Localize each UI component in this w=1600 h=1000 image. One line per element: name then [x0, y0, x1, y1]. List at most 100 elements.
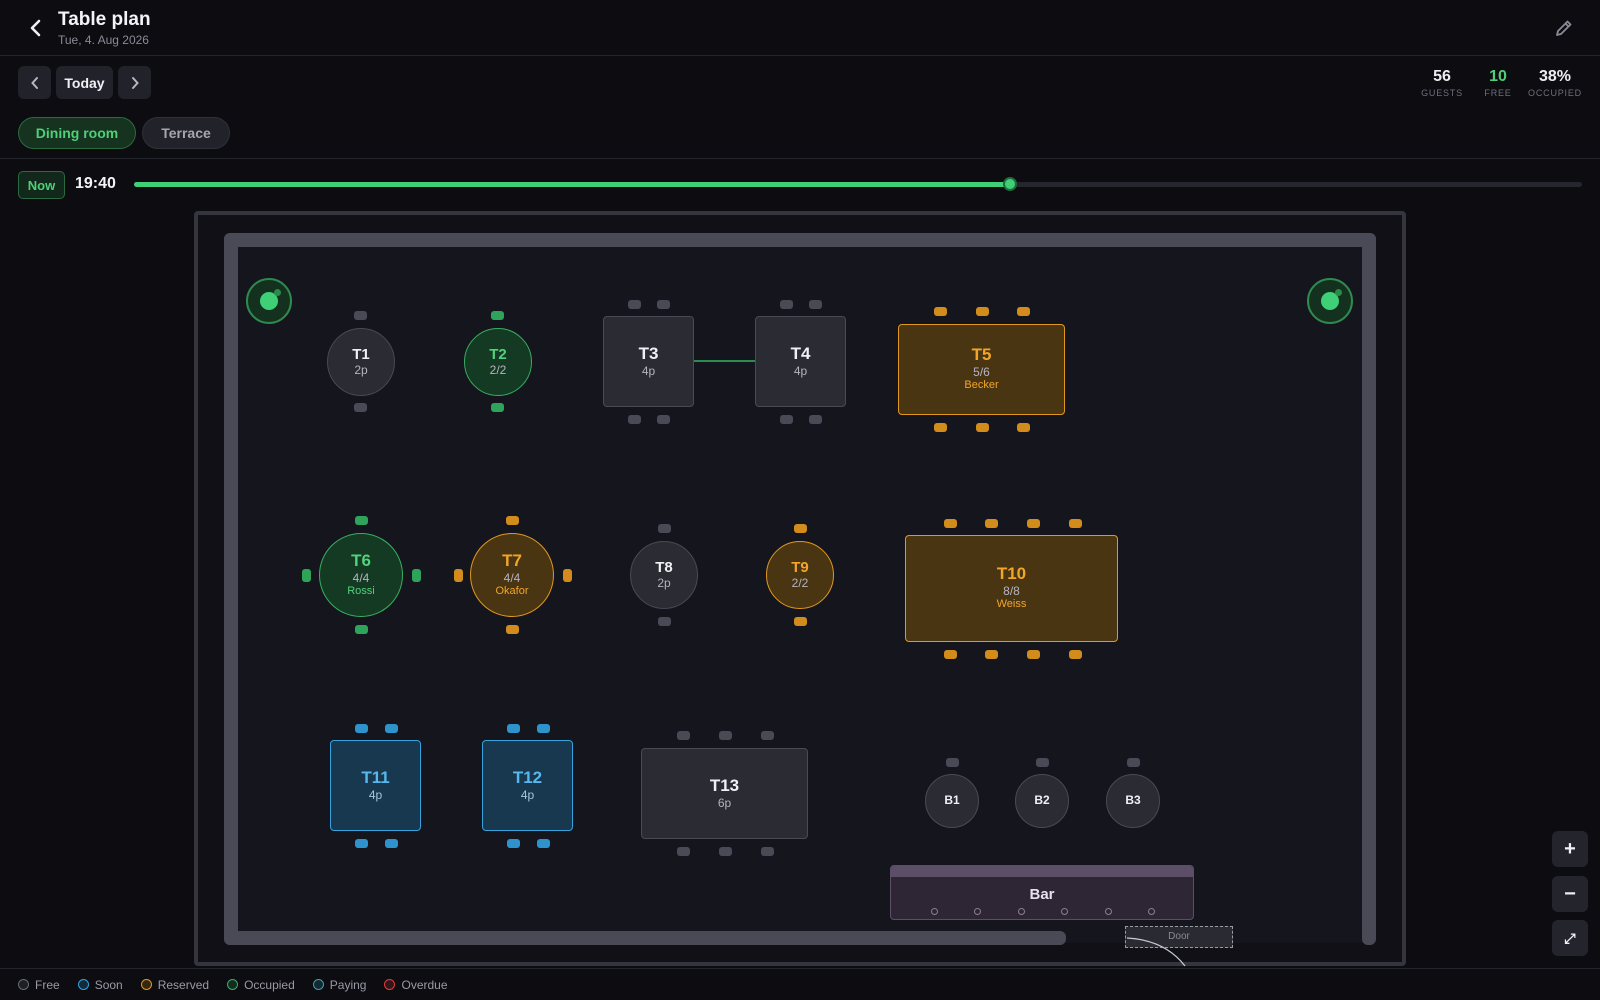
table-t5[interactable]: T5 5/6 Becker [898, 324, 1065, 415]
chair [943, 649, 957, 659]
zoom-out-button[interactable]: − [1552, 876, 1588, 912]
prev-day-button[interactable] [18, 66, 51, 99]
table-name: B1 [944, 793, 960, 808]
table-info: 6p [717, 795, 732, 810]
table-info: 5/6 [973, 365, 990, 380]
table-name: B3 [1125, 793, 1141, 808]
pencil-icon [1556, 20, 1572, 36]
bar-seat-b1[interactable]: B1 [925, 774, 979, 828]
table-info: 4p [368, 787, 383, 802]
chevron-left-icon [30, 19, 41, 37]
table-info: 4p [793, 363, 808, 378]
table-guest: Rossi [347, 584, 375, 597]
table-t13[interactable]: T13 6p [641, 748, 808, 839]
legend-item: Reserved [140, 978, 209, 992]
now-button[interactable]: Now [18, 171, 65, 199]
chair [676, 846, 690, 856]
chair [1016, 422, 1030, 432]
chair [793, 523, 807, 533]
chevron-right-icon [131, 76, 139, 89]
chair [656, 414, 670, 424]
bar-seat-b2[interactable]: B2 [1015, 774, 1069, 828]
legend-dot [312, 979, 324, 990]
chair [760, 846, 774, 856]
wall-top [224, 233, 1376, 247]
chair [354, 838, 368, 848]
tab-terrace[interactable]: Terrace [142, 117, 230, 149]
chair [354, 624, 368, 634]
table-t1[interactable]: T1 2p [327, 328, 395, 396]
chair [490, 310, 504, 320]
plant-icon [1307, 278, 1353, 324]
chair [536, 723, 550, 733]
chair [505, 624, 519, 634]
wall-left [224, 233, 238, 945]
chair [1026, 518, 1040, 528]
chair [384, 838, 398, 848]
header: Table plan Tue, 4. Aug 2026 [0, 0, 1600, 56]
zoom-in-button[interactable]: + [1552, 831, 1588, 867]
stat-label: FREE [1484, 88, 1512, 98]
table-t3[interactable]: T3 4p [603, 316, 694, 407]
fit-view-button[interactable]: ⤢ [1552, 920, 1588, 956]
chair [354, 723, 368, 733]
table-t2[interactable]: T2 2/2 [464, 328, 532, 396]
chair [505, 515, 519, 525]
table-name: T12 [512, 767, 543, 787]
page-date: Tue, 4. Aug 2026 [58, 33, 149, 47]
chair [506, 723, 520, 733]
stat-value: 56 [1433, 68, 1451, 85]
chevron-left-icon [30, 76, 38, 89]
chair [1068, 518, 1082, 528]
next-day-button[interactable] [118, 66, 151, 99]
table-info: 2p [657, 576, 671, 591]
table-t6[interactable]: T6 4/4 Rossi [319, 533, 403, 617]
today-button[interactable]: Today [56, 66, 113, 99]
legend-item: Occupied [227, 978, 295, 992]
stat-label: GUESTS [1421, 88, 1463, 98]
chair [808, 299, 822, 309]
edit-button[interactable] [1550, 14, 1578, 42]
time-slider[interactable] [134, 177, 1582, 191]
table-t10[interactable]: T10 8/8 Weiss [905, 535, 1118, 642]
table-t7[interactable]: T7 4/4 Okafor [470, 533, 554, 617]
page-title: Table plan [58, 9, 151, 30]
chair [808, 414, 822, 424]
tab-dining-room[interactable]: Dining room [18, 117, 136, 149]
table-t9[interactable]: T9 2/2 [766, 541, 834, 609]
chair [945, 757, 959, 767]
legend-dot [227, 979, 239, 990]
stat-value: 10 [1489, 68, 1507, 85]
chair [975, 422, 989, 432]
table-t8[interactable]: T8 2p [630, 541, 698, 609]
table-t4[interactable]: T4 4p [755, 316, 846, 407]
table-name: T6 [351, 550, 371, 570]
table-info: 2/2 [489, 363, 507, 378]
plant-icon [246, 278, 292, 324]
table-name: T4 [790, 343, 811, 363]
time-slider-thumb[interactable] [1003, 177, 1018, 191]
table-info: 4/4 [352, 570, 370, 585]
door-swing-icon [1126, 937, 1186, 967]
chair [943, 518, 957, 528]
stat-free: 10 FREE [1480, 68, 1516, 98]
chair [793, 616, 807, 626]
table-t11[interactable]: T11 4p [330, 740, 421, 831]
table-t12[interactable]: T12 4p [482, 740, 573, 831]
wall-right [1362, 233, 1376, 945]
chair [627, 414, 641, 424]
chair [562, 568, 572, 582]
stat-label: OCCUPIED [1528, 88, 1582, 98]
bar-seat-b3[interactable]: B3 [1106, 774, 1160, 828]
table-guest: Becker [964, 379, 999, 392]
table-name: T7 [502, 550, 522, 570]
table-info: 8/8 [1003, 584, 1020, 599]
chair [384, 723, 398, 733]
chair [536, 838, 550, 848]
time-slider-fill [134, 182, 1011, 187]
back-button[interactable] [22, 14, 50, 42]
legend-dot [18, 979, 29, 990]
stat-guests: 56 GUESTS [1418, 68, 1466, 98]
chair [1035, 757, 1049, 767]
chair [453, 568, 463, 582]
